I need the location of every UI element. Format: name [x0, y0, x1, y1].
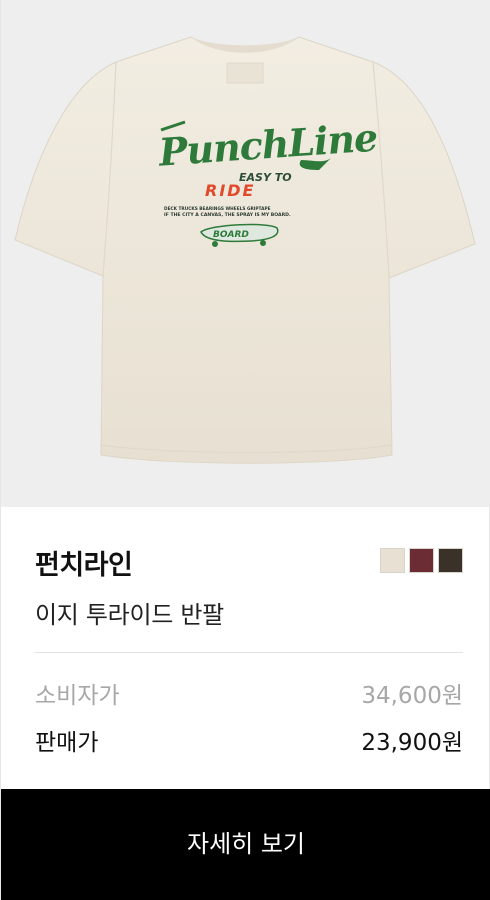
t-shirt-illustration: PunchLine EASY TO RIDE DECK TRUCKS BEARI… [14, 36, 476, 464]
ivory-swatch[interactable] [380, 548, 405, 573]
sale-price-row: 판매가 23,900원 [35, 723, 463, 756]
product-card[interactable]: PunchLine EASY TO RIDE DECK TRUCKS BEARI… [0, 0, 490, 900]
retail-price-row: 소비자가 34,600원 [35, 676, 463, 709]
sale-price-label: 판매가 [35, 730, 99, 756]
print-tagline-ride: RIDE [205, 181, 255, 200]
print-slogan: IF THE CITY A CANVAS, THE SPRAY IS MY BO… [164, 212, 291, 218]
retail-price-label: 소비자가 [35, 683, 120, 709]
brand-name[interactable]: 펀치라인 [35, 543, 133, 582]
sale-price-value: 23,900원 [361, 730, 463, 756]
print-board-text: BOARD [213, 230, 249, 240]
burgundy-swatch[interactable] [409, 548, 434, 573]
product-name[interactable]: 이지 투라이드 반팔 [35, 595, 224, 630]
brand-row: 펀치라인 [35, 543, 463, 582]
print-parts-line: DECK TRUCKS BEARINGS WHEELS GRIPTAPE [164, 206, 271, 212]
product-image[interactable]: PunchLine EASY TO RIDE DECK TRUCKS BEARI… [1, 0, 490, 507]
color-swatches [380, 548, 463, 573]
t-shirt-body [14, 36, 476, 464]
divider [35, 652, 463, 653]
retail-price-value: 34,600원 [361, 683, 463, 709]
charcoal-brown-swatch[interactable] [438, 548, 463, 573]
view-details-button[interactable]: 자세히 보기 [1, 789, 490, 900]
